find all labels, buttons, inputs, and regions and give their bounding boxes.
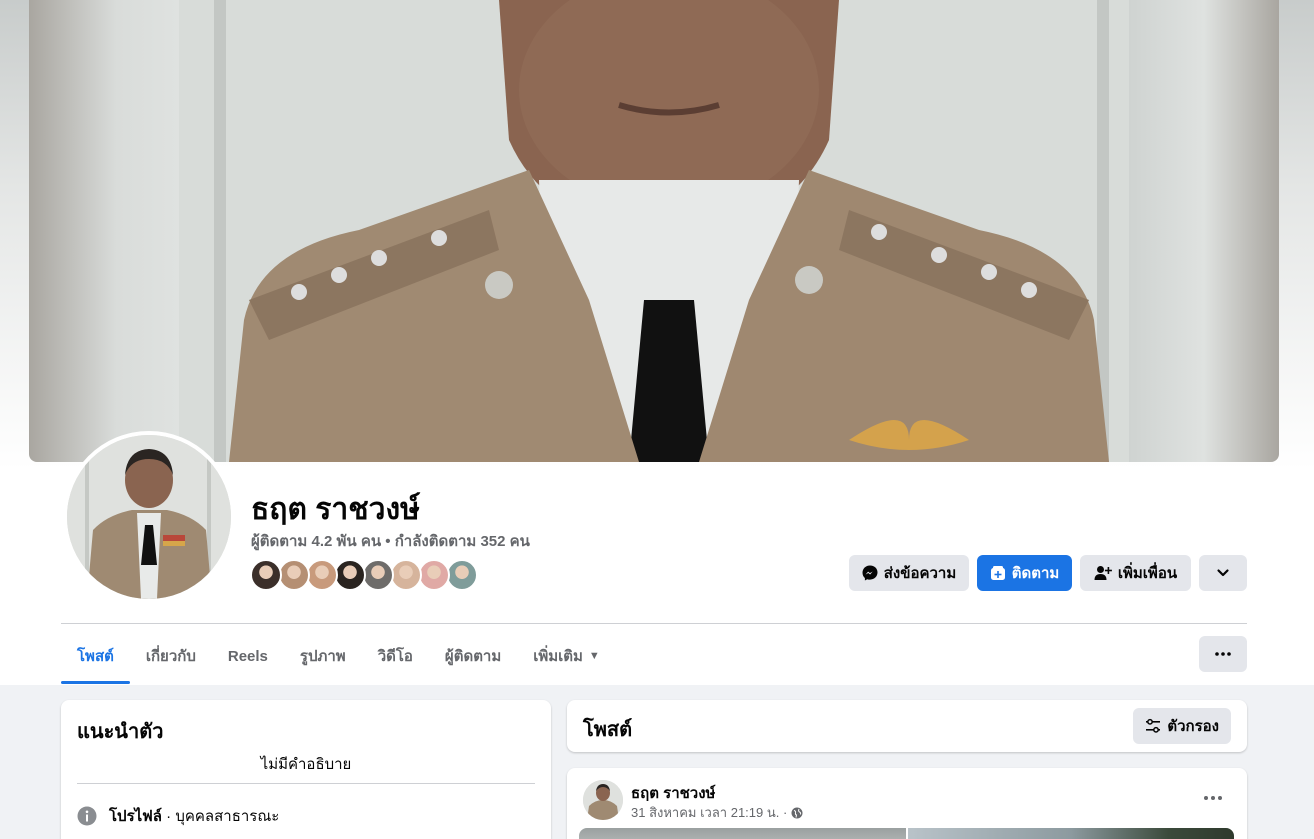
friend-avatar[interactable] — [362, 559, 394, 591]
tab-followers[interactable]: ผู้ติดตาม — [429, 628, 517, 684]
intro-profile-type: · บุคคลสาธารณะ — [162, 808, 280, 825]
post-date: 31 สิงหาคม เวลา 21:19 น. · — [631, 805, 788, 820]
profile-avatar[interactable] — [63, 431, 235, 603]
tab-more[interactable]: เพิ่มเติม ▼ — [517, 628, 616, 684]
intro-title: แนะนำตัว — [77, 721, 164, 743]
filter-sliders-icon — [1146, 718, 1161, 733]
mutual-friends-avatars — [250, 559, 478, 591]
posts-header-card: โพสต์ ตัวกรอง — [567, 700, 1247, 752]
filter-button[interactable]: ตัวกรอง — [1133, 708, 1231, 744]
tab-about[interactable]: เกี่ยวกับ — [130, 628, 212, 684]
post-author-photo — [583, 780, 623, 820]
info-icon — [77, 806, 97, 826]
avatar-image — [67, 435, 231, 599]
tab-reels-label: Reels — [227, 647, 268, 665]
message-button-label: ส่งข้อความ — [883, 565, 957, 582]
tab-reels[interactable]: Reels — [212, 628, 284, 684]
caret-down-icon: ▼ — [588, 650, 600, 662]
intro-card: แนะนำตัว ไม่มีคำอธิบาย โปรไฟล์ · บุคคลสา… — [61, 700, 551, 839]
ellipsis-icon — [1215, 652, 1231, 656]
tab-more-label: เพิ่มเติม — [533, 648, 583, 665]
cover-photo-image — [179, 0, 1129, 462]
add-friend-icon — [1094, 566, 1112, 580]
tab-about-label: เกี่ยวกับ — [145, 648, 196, 665]
stats-separator: • — [385, 533, 391, 550]
tab-posts[interactable]: โพสต์ — [61, 628, 130, 684]
chevron-down-icon — [1217, 569, 1229, 577]
profile-stats: ผู้ติดตาม 4.2 พัน คน • กำลังติดตาม 352 ค… — [251, 529, 530, 553]
intro-profile-row: โปรไฟล์ · บุคคลสาธารณะ — [77, 804, 279, 828]
post-options-button[interactable] — [1195, 786, 1231, 810]
follow-button-label: ติดตาม — [1011, 565, 1060, 582]
tab-videos-label: วิดีโอ — [377, 648, 413, 665]
friend-avatar[interactable] — [306, 559, 338, 591]
friend-avatar[interactable] — [278, 559, 310, 591]
filter-button-label: ตัวกรอง — [1167, 718, 1219, 735]
add-friend-button[interactable]: เพิ่มเพื่อน — [1080, 555, 1191, 591]
add-friend-button-label: เพิ่มเพื่อน — [1117, 565, 1178, 582]
followers-count[interactable]: ผู้ติดตาม 4.2 พัน คน — [251, 533, 381, 550]
follow-button[interactable]: ติดตาม — [977, 555, 1072, 591]
tab-posts-label: โพสต์ — [77, 648, 114, 665]
friend-avatar[interactable] — [334, 559, 366, 591]
post-card: ธฤต ราชวงษ์ 31 สิงหาคม เวลา 21:19 น. · — [567, 768, 1247, 839]
posts-title: โพสต์ — [583, 719, 633, 741]
avatar-photo — [67, 435, 231, 599]
follow-icon — [990, 566, 1005, 580]
message-button[interactable]: ส่งข้อความ — [849, 555, 969, 591]
ellipsis-icon — [1204, 796, 1222, 800]
tab-videos[interactable]: วิดีโอ — [362, 628, 429, 684]
messenger-icon — [862, 565, 878, 581]
friend-avatar[interactable] — [250, 559, 282, 591]
profile-tabs: โพสต์ เกี่ยวกับ Reels รูปภาพ วิดีโอ ผู้ต… — [61, 628, 616, 684]
post-photo[interactable] — [908, 828, 1234, 839]
intro-bio: ไม่มีคำอธิบาย — [260, 756, 352, 773]
tab-followers-label: ผู้ติดตาม — [444, 648, 502, 665]
post-photo[interactable] — [579, 828, 906, 839]
more-actions-dropdown-button[interactable] — [1199, 555, 1247, 591]
friend-avatar[interactable] — [446, 559, 478, 591]
globe-icon — [791, 807, 803, 818]
profile-name: ธฤต ราชวงษ์ — [251, 493, 420, 526]
tab-photos[interactable]: รูปภาพ — [284, 628, 362, 684]
friend-avatar[interactable] — [418, 559, 450, 591]
cover-photo[interactable] — [29, 0, 1279, 462]
friend-avatar[interactable] — [390, 559, 422, 591]
tab-photos-label: รูปภาพ — [299, 648, 346, 665]
post-author-avatar[interactable] — [583, 780, 623, 820]
following-count[interactable]: กำลังติดตาม 352 คน — [395, 533, 530, 550]
tabs-more-options-button[interactable] — [1199, 636, 1247, 672]
intro-profile-label: โปรไฟล์ — [109, 808, 162, 825]
intro-divider — [77, 783, 535, 784]
header-divider — [61, 623, 1247, 624]
post-timestamp[interactable]: 31 สิงหาคม เวลา 21:19 น. · — [631, 802, 803, 823]
